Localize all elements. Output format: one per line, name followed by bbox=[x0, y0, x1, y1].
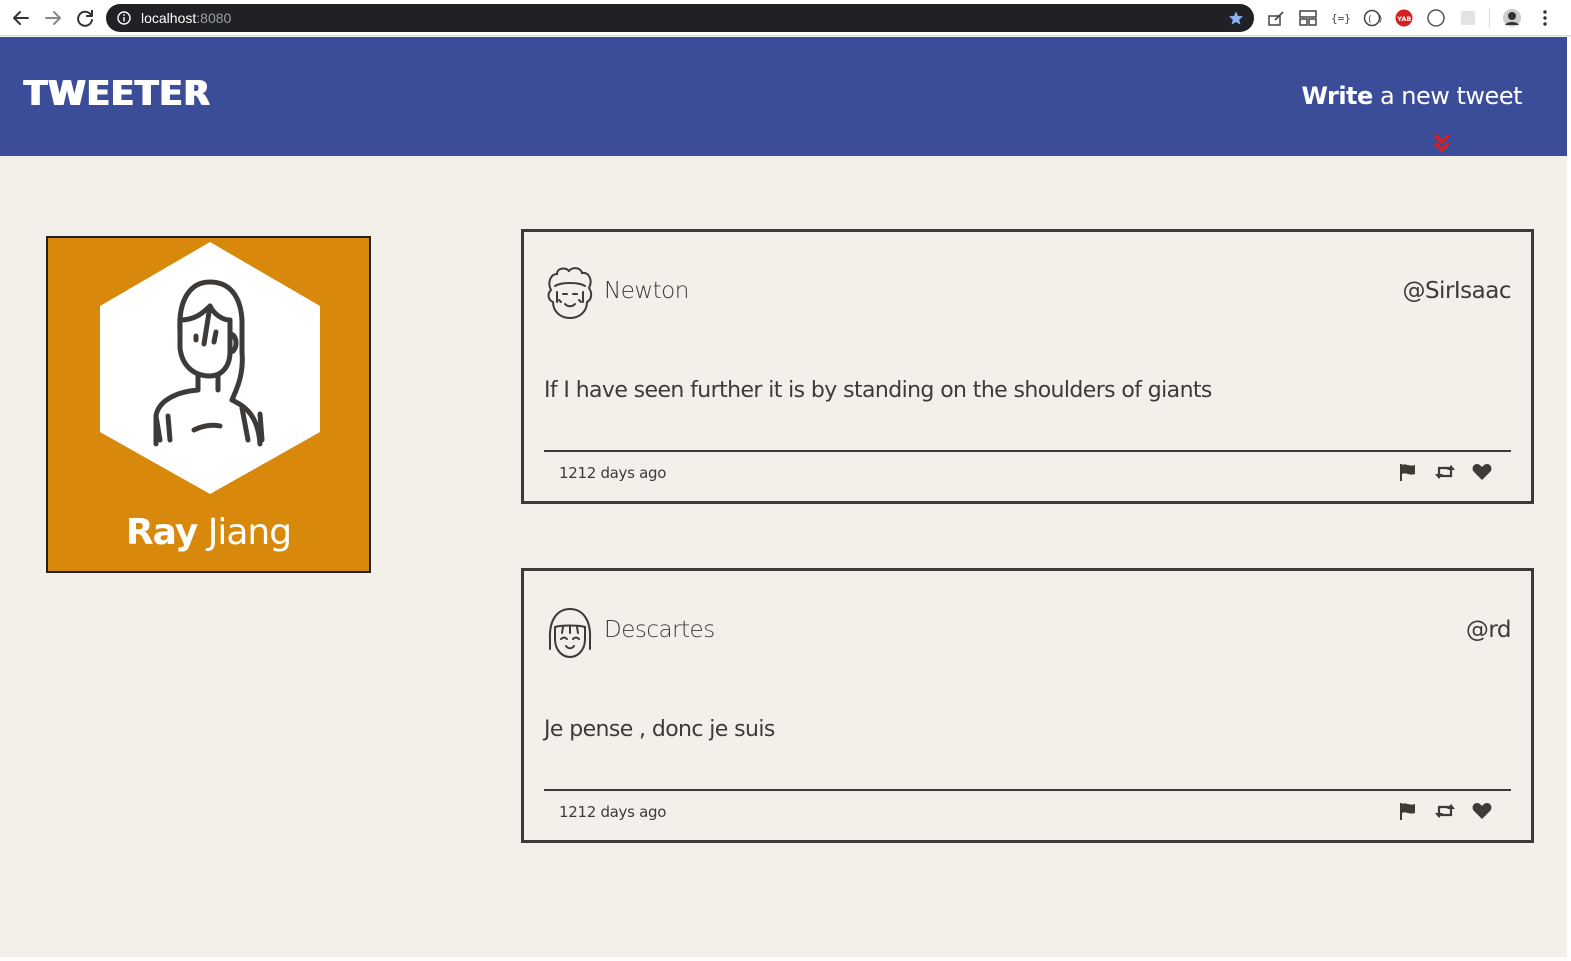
svg-text:{=}: {=} bbox=[1331, 12, 1350, 25]
tweet-handle: @SirIsaac bbox=[1402, 278, 1511, 304]
flag-icon[interactable] bbox=[1398, 463, 1418, 481]
tweet-divider bbox=[544, 789, 1511, 791]
tweet-content: If I have seen further it is by standing… bbox=[544, 378, 1212, 403]
extension-grid-icon[interactable] bbox=[1298, 8, 1318, 28]
extension-yab-icon[interactable]: YAB bbox=[1394, 8, 1414, 28]
extension-faded-icon[interactable] bbox=[1458, 8, 1478, 28]
compose-bold: Write bbox=[1301, 82, 1373, 110]
tweet-author: Descartes bbox=[604, 617, 715, 643]
tweet-age: 1212 days ago bbox=[559, 803, 667, 821]
curly-hair-avatar-icon bbox=[547, 267, 593, 320]
profile-last-name: Jiang bbox=[197, 512, 292, 553]
svg-text:YAB: YAB bbox=[1396, 15, 1411, 23]
bookmark-star-icon[interactable] bbox=[1228, 10, 1244, 26]
compose-link[interactable]: Write a new tweet bbox=[1301, 82, 1522, 110]
forward-icon[interactable] bbox=[41, 6, 65, 30]
extension-pen-icon[interactable] bbox=[1266, 8, 1286, 28]
bangs-hair-avatar-icon bbox=[548, 607, 592, 659]
profile-avatar bbox=[100, 242, 320, 494]
profile-first-name: Ray bbox=[125, 512, 198, 553]
site-info-icon[interactable] bbox=[117, 11, 131, 25]
extension-bracket-icon[interactable]: ( ) bbox=[1362, 8, 1382, 28]
tweet-divider bbox=[544, 450, 1511, 452]
browser-menu-icon[interactable] bbox=[1535, 8, 1555, 28]
tweet-age: 1212 days ago bbox=[559, 464, 667, 482]
tweet-content: Je pense , donc je suis bbox=[544, 717, 775, 742]
heart-icon[interactable] bbox=[1472, 463, 1492, 481]
extension-darkmode-icon[interactable] bbox=[1426, 8, 1446, 28]
toolbar-divider bbox=[1489, 8, 1490, 28]
back-icon[interactable] bbox=[9, 6, 33, 30]
flag-icon[interactable] bbox=[1398, 802, 1418, 820]
address-bar[interactable]: localhost:8080 bbox=[106, 4, 1254, 32]
profile-name: Ray Jiang bbox=[48, 512, 369, 553]
svg-text:( ): ( ) bbox=[1367, 15, 1382, 25]
heart-icon[interactable] bbox=[1472, 802, 1492, 820]
window-edge-right bbox=[1567, 37, 1571, 961]
profile-card: Ray Jiang bbox=[46, 236, 371, 573]
browser-toolbar: localhost:8080 {=} ( ) YAB bbox=[0, 0, 1571, 36]
retweet-icon[interactable] bbox=[1435, 802, 1455, 820]
tweet-card: Descartes @rd Je pense , donc je suis 12… bbox=[521, 568, 1534, 843]
double-chevron-down-icon[interactable] bbox=[1433, 132, 1451, 154]
compose-rest: a new tweet bbox=[1372, 82, 1523, 110]
profile-avatar-icon[interactable] bbox=[1502, 8, 1522, 28]
url-text: localhost:8080 bbox=[141, 10, 232, 26]
extension-json-icon[interactable]: {=} bbox=[1330, 8, 1350, 28]
tweet-card: Newton @SirIsaac If I have seen further … bbox=[521, 229, 1534, 504]
app-logo[interactable]: TWEETER bbox=[24, 74, 211, 114]
reload-icon[interactable] bbox=[73, 6, 97, 30]
tweet-author: Newton bbox=[604, 278, 689, 304]
tweet-handle: @rd bbox=[1465, 617, 1512, 643]
retweet-icon[interactable] bbox=[1435, 463, 1455, 481]
app-nav: TWEETER Write a new tweet bbox=[0, 37, 1567, 156]
window-edge-bottom bbox=[0, 957, 1571, 961]
